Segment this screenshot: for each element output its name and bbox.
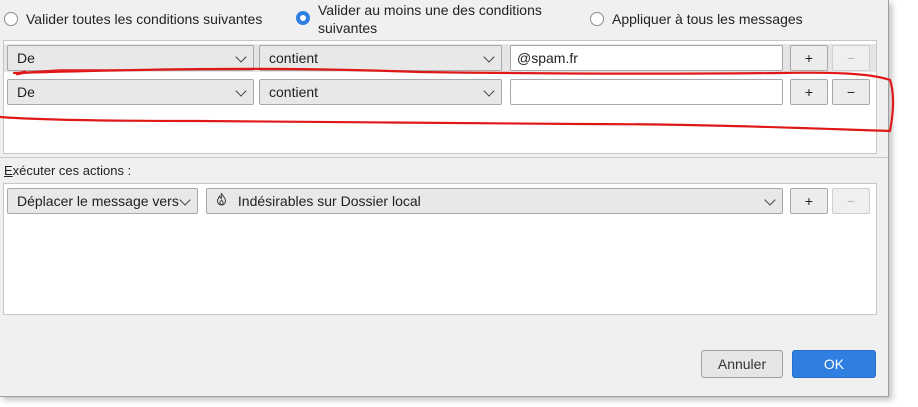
actions-label: Exécuter ces actions :	[4, 163, 132, 178]
chevron-down-icon	[483, 51, 495, 63]
rule-row: De contient @spam.fr + −	[4, 44, 876, 72]
filter-rules-dialog: Valider toutes les conditions suivantes …	[0, 0, 889, 397]
remove-action-button[interactable]: −	[832, 188, 870, 214]
match-any-radio[interactable]	[296, 11, 310, 25]
add-rule-button[interactable]: +	[790, 79, 828, 105]
apply-all-radio[interactable]	[590, 12, 604, 26]
remove-rule-button[interactable]: −	[832, 45, 870, 71]
rule-operator-value: contient	[269, 50, 319, 66]
actions-list: Déplacer le message vers Indésirables su…	[3, 183, 877, 315]
rule-field-value: De	[17, 84, 35, 100]
actions-label-rest: xécuter ces actions :	[12, 163, 132, 178]
rule-row: De contient + −	[4, 78, 876, 106]
chevron-down-icon	[483, 85, 495, 97]
match-any-label-line1: Valider au moins une des conditions	[318, 2, 542, 18]
match-all-label: Valider toutes les conditions suivantes	[26, 11, 263, 27]
match-all-radio-option[interactable]: Valider toutes les conditions suivantes	[4, 10, 262, 28]
ok-button[interactable]: OK	[792, 350, 876, 378]
apply-all-label: Appliquer à tous les messages	[612, 11, 803, 27]
fire-icon	[216, 190, 230, 213]
chevron-down-icon	[179, 194, 191, 206]
action-type-select[interactable]: Déplacer le message vers	[7, 188, 198, 214]
rule-field-select[interactable]: De	[7, 79, 254, 105]
action-type-value: Déplacer le message vers	[17, 193, 179, 209]
add-rule-button[interactable]: +	[790, 45, 828, 71]
rule-field-value: De	[17, 50, 35, 66]
match-any-label-line2: suivantes	[318, 20, 378, 36]
remove-rule-button[interactable]: −	[832, 79, 870, 105]
chevron-down-icon	[235, 51, 247, 63]
rule-value-input[interactable]	[510, 79, 783, 105]
action-row: Déplacer le message vers Indésirables su…	[4, 187, 876, 215]
match-any-radio-option[interactable]: Valider au moins une des conditions suiv…	[296, 1, 542, 37]
rule-value-input[interactable]: @spam.fr	[510, 45, 783, 71]
rule-operator-value: contient	[269, 84, 319, 100]
rule-operator-select[interactable]: contient	[259, 79, 502, 105]
match-any-label: Valider au moins une des conditions suiv…	[318, 1, 542, 37]
add-action-button[interactable]: +	[790, 188, 828, 214]
cancel-button[interactable]: Annuler	[701, 350, 783, 378]
match-all-radio[interactable]	[4, 12, 18, 26]
section-divider	[0, 157, 888, 158]
rule-field-select[interactable]: De	[7, 45, 254, 71]
rules-list: De contient @spam.fr + − De contient + −	[3, 40, 877, 154]
action-target-value: Indésirables sur Dossier local	[237, 193, 421, 209]
chevron-down-icon	[764, 194, 776, 206]
rule-operator-select[interactable]: contient	[259, 45, 502, 71]
action-target-select[interactable]: Indésirables sur Dossier local	[206, 188, 783, 214]
chevron-down-icon	[235, 85, 247, 97]
apply-all-radio-option[interactable]: Appliquer à tous les messages	[590, 10, 803, 28]
